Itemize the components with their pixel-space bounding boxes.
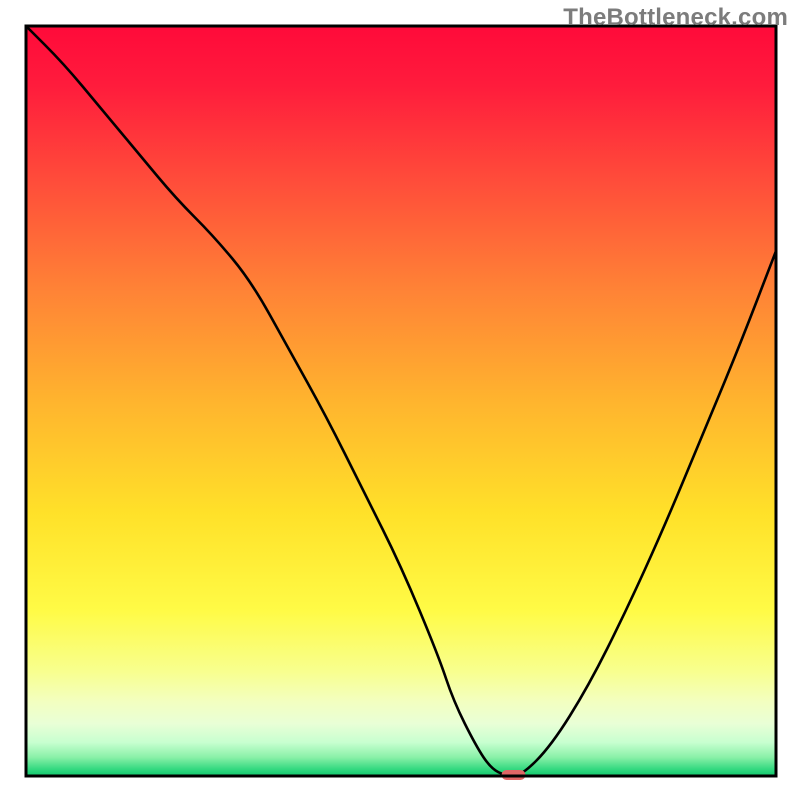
chart-svg: [0, 0, 800, 800]
watermark-text: TheBottleneck.com: [563, 4, 788, 32]
bottleneck-chart: TheBottleneck.com: [0, 0, 800, 800]
chart-background: [26, 26, 776, 776]
